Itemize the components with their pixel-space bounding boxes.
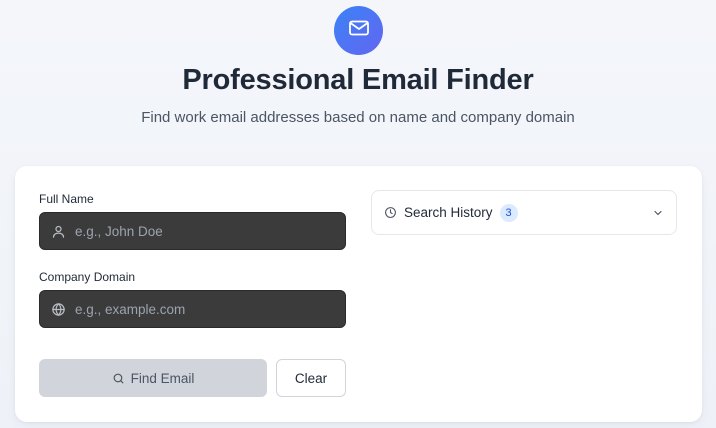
company-domain-label: Company Domain <box>39 270 136 284</box>
company-domain-field[interactable] <box>39 290 346 328</box>
search-icon <box>112 372 125 385</box>
history-count-badge: 3 <box>499 203 518 222</box>
clear-button[interactable]: Clear <box>276 359 346 397</box>
full-name-input[interactable] <box>75 223 315 239</box>
company-domain-input[interactable] <box>75 301 315 317</box>
page: Professional Email Finder Find work emai… <box>0 0 716 428</box>
page-subtitle: Find work email addresses based on name … <box>141 109 575 126</box>
find-email-button[interactable]: Find Email <box>39 359 267 397</box>
search-history-toggle[interactable]: Search History 3 <box>371 190 677 235</box>
chevron-down-icon <box>652 207 664 219</box>
search-card: Full Name Company Domain <box>15 166 702 422</box>
search-history-title: Search History <box>404 205 493 220</box>
find-email-label: Find Email <box>130 370 195 386</box>
mail-icon <box>347 16 371 45</box>
clock-icon <box>384 206 398 220</box>
app-logo <box>334 6 383 55</box>
clear-label: Clear <box>294 370 328 386</box>
globe-icon <box>50 301 66 317</box>
page-title: Professional Email Finder <box>182 64 534 96</box>
full-name-field[interactable] <box>39 212 346 250</box>
full-name-label: Full Name <box>39 192 94 206</box>
user-icon <box>50 223 66 239</box>
